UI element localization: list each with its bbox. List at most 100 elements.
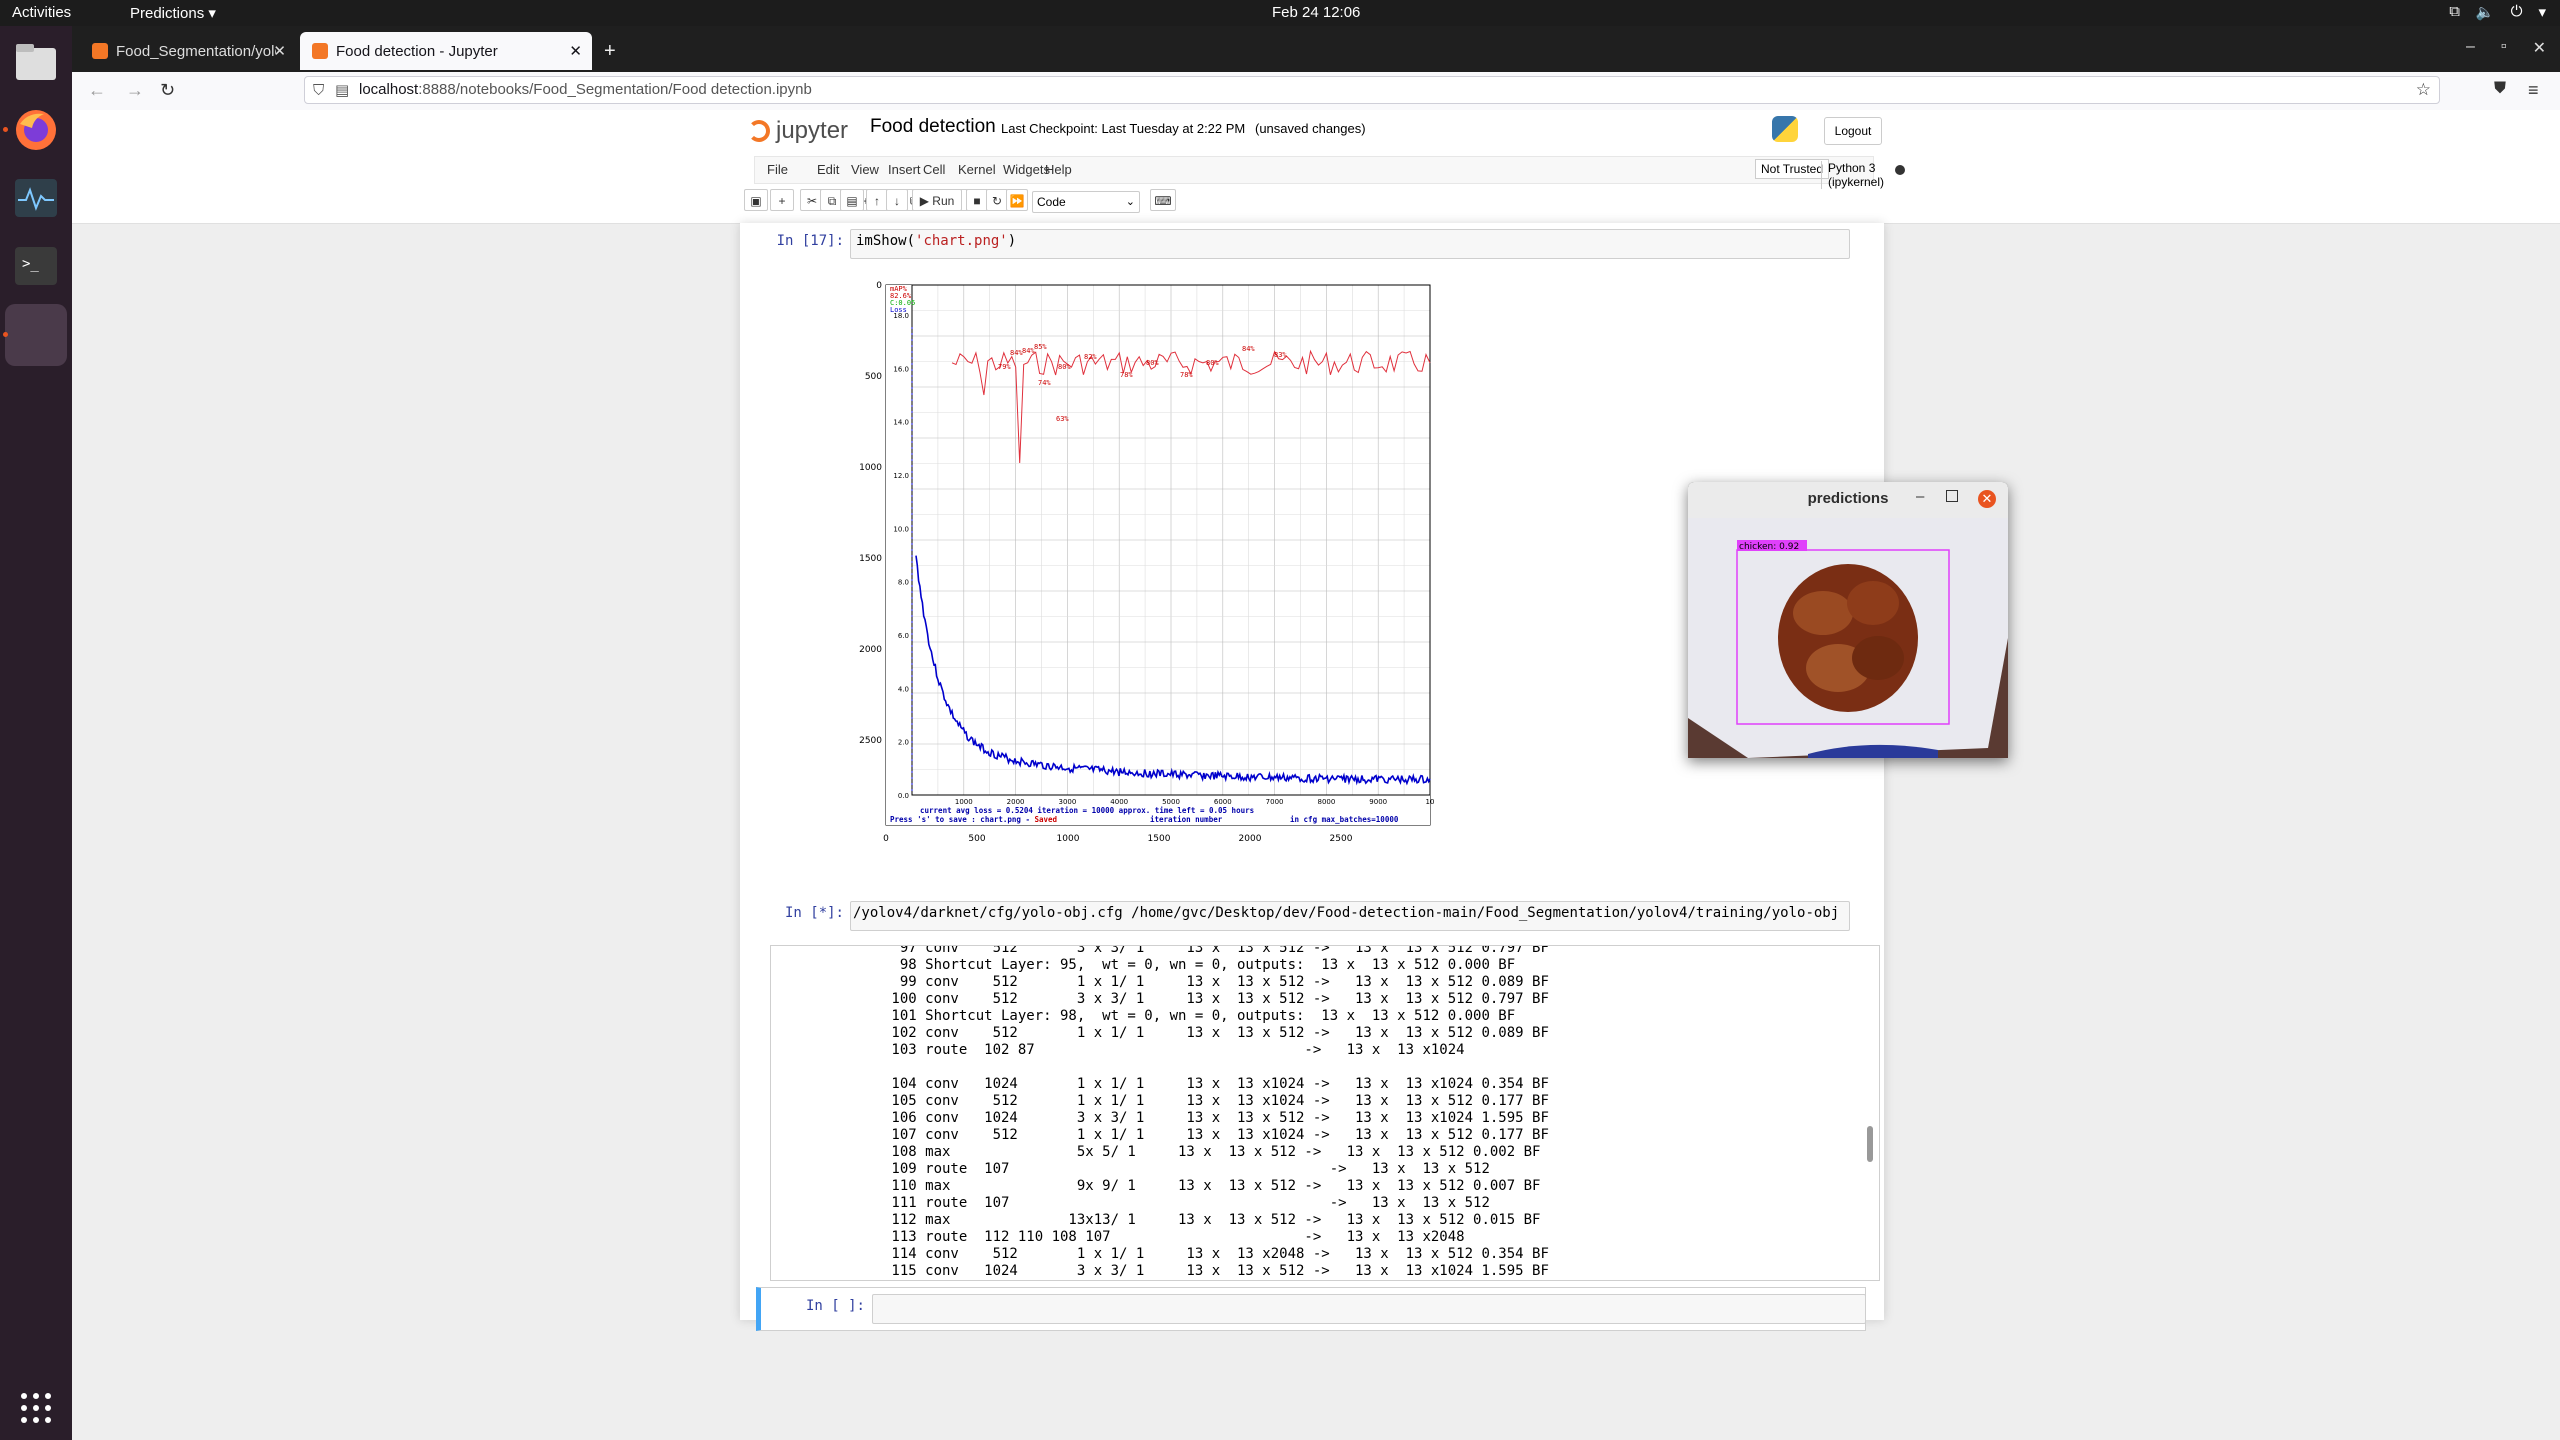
python-logo-icon [1772,116,1798,142]
activities-button[interactable]: Activities [12,4,71,21]
chicken-piece [1847,581,1899,625]
menu-kernel[interactable]: Kernel [958,162,996,177]
maximize-icon[interactable]: ▫ [2501,38,2507,58]
output-line: 107 conv 512 1 x 1/ 1 13 x 13 x1024 -> 1… [883,1127,1549,1143]
system-monitor-icon[interactable] [10,172,62,224]
restart-icon[interactable]: ↻ [986,189,1008,211]
output-line: 104 conv 1024 1 x 1/ 1 13 x 13 x1024 -> … [883,1076,1549,1092]
hamburger-menu-icon[interactable]: ≡ [2528,80,2539,101]
predictions-window[interactable]: predictions – ✕ chicken: 0.92 [1688,482,2008,758]
iteration-tick-label: 5000 [1162,798,1180,806]
tracking-protection-icon[interactable]: ⛉ [313,78,324,104]
selected-cell[interactable]: In [ ]: [756,1287,1866,1331]
url-text[interactable]: localhost:8888/notebooks/Food_Segmentati… [359,77,812,103]
notebook-title[interactable]: Food detection [870,116,996,138]
volume-icon[interactable]: 🔈 [2476,3,2495,21]
map-label: 80% [1146,359,1159,367]
maximize-icon[interactable] [1946,490,1958,502]
menu-help[interactable]: Help [1045,162,1072,177]
network-icon[interactable]: ⧉ [2449,3,2460,21]
close-icon[interactable]: ✕ [1978,490,1996,508]
iteration-tick-label: 10 [1426,798,1435,806]
back-icon[interactable]: ← [88,80,106,101]
terminal-icon[interactable]: >_ [10,240,62,292]
move-down-icon[interactable]: ↓ [886,189,908,211]
tab-food-detection[interactable]: Food detection - Jupyter ✕ [300,32,592,70]
output-line: 99 conv 512 1 x 1/ 1 13 x 13 x 512 -> 13… [883,974,1549,990]
menu-cell[interactable]: Cell [923,162,945,177]
insert-cell-icon[interactable]: + [770,189,794,211]
outer-x-tick-label: 2000 [1239,834,1262,844]
cell-type-value: Code [1037,195,1066,209]
files-icon[interactable] [10,36,62,88]
paste-icon[interactable]: ▤ [840,189,864,211]
window-title[interactable]: predictions [1688,482,2008,518]
new-tab-icon[interactable]: + [604,40,616,63]
map-label: 84% [1242,345,1255,353]
power-icon[interactable]: ⏻ [2511,3,2523,21]
code-input[interactable] [872,1294,1866,1324]
not-trusted-badge[interactable]: Not Trusted [1755,159,1830,179]
code-input[interactable]: imShow('chart.png') [850,229,1850,259]
address-bar[interactable]: ⛉ ▤ localhost:8888/notebooks/Food_Segmen… [304,76,2440,104]
cell-type-select[interactable]: Code ⌄ [1032,191,1140,213]
close-icon[interactable]: ✕ [273,42,286,60]
output-line: 108 max 5x 5/ 1 13 x 13 x 512 -> 13 x 13… [883,1144,1541,1160]
close-icon[interactable]: ✕ [2533,38,2546,58]
interrupt-icon[interactable]: ■ [966,189,988,211]
iteration-tick-label: 4000 [1110,798,1128,806]
save-icon[interactable]: ▣ [744,189,768,211]
jupyter-logo-icon [748,120,770,142]
command-palette-icon[interactable]: ⌨ [1150,189,1176,211]
logout-button[interactable]: Logout [1824,117,1882,145]
jupyter-logo[interactable]: jupyter [748,116,848,146]
map-label: 85% [1034,343,1047,351]
menu-insert[interactable]: Insert [888,162,921,177]
app-menu[interactable]: Predictions ▾ [130,4,216,22]
menu-view[interactable]: View [851,162,879,177]
opencv-window-icon[interactable] [5,304,67,366]
detection-label: chicken: 0.92 [1739,542,1799,552]
clock[interactable]: Feb 24 12:06 [1272,4,1360,21]
map-label: 83% [1274,351,1287,359]
minimize-icon[interactable]: – [1916,488,1924,505]
svg-text:>_: >_ [22,256,39,272]
notebook-menubar: File Edit View Insert Cell Kernel Widget… [754,156,1905,189]
forward-icon[interactable]: → [126,80,144,101]
menu-widgets[interactable]: Widgets [1003,162,1050,177]
minimize-icon[interactable]: – [2466,38,2475,58]
map-label: 80% [1058,363,1071,371]
code-string: 'chart.png' [915,233,1008,249]
tab-food-segmentation[interactable]: Food_Segmentation/yolo ✕ [80,32,296,70]
code-input[interactable]: /yolov4/darknet/cfg/yolo-obj.cfg /home/g… [850,901,1850,931]
outer-y-tick-label: 1500 [859,554,882,564]
chevron-down-icon: ⌄ [1125,196,1135,208]
loss-tick-label: 14.0 [893,419,909,427]
iteration-tick-label: 8000 [1317,798,1335,806]
close-icon[interactable]: ✕ [569,42,582,60]
firefox-icon[interactable] [10,104,62,156]
vertical-scrollbar[interactable] [1867,1126,1873,1162]
system-tray[interactable]: ⧉ 🔈 ⏻ ▾ [2449,3,2546,21]
url-path: :8888/notebooks/Food_Segmentation/Food d… [418,81,812,98]
outer-x-tick-label: 500 [968,834,985,844]
training-chart-image: 0 500 1000 1500 2000 2500 0 500 1000 1500 2000 250… [850,267,1500,867]
move-up-icon[interactable]: ↑ [866,189,888,211]
reload-icon[interactable]: ↻ [160,80,175,101]
pocket-icon[interactable]: ⛊ [2494,80,2506,98]
output-line: 100 conv 512 3 x 3/ 1 13 x 13 x 512 -> 1… [883,991,1549,1007]
run-button[interactable]: ▶ Run [912,189,962,211]
bookmark-star-icon[interactable]: ☆ [2416,77,2431,103]
page-info-icon[interactable]: ▤ [335,78,349,104]
restart-run-all-icon[interactable]: ⏩ [1006,189,1028,211]
cell-prompt: In [17]: [776,233,844,249]
map-label: 80% [1206,359,1219,367]
running-indicator [3,332,8,337]
menu-edit[interactable]: Edit [817,162,839,177]
show-applications-icon[interactable] [10,1382,62,1434]
chevron-down-icon[interactable]: ▾ [2538,3,2546,21]
menu-file[interactable]: File [767,162,788,177]
code-text: /yolov4/darknet/cfg/yolo-obj.cfg /home/g… [853,905,1840,921]
cell-output[interactable]: 97 conv 512 3 x 3/ 1 13 x 13 x 512 -> 13… [770,945,1880,1281]
